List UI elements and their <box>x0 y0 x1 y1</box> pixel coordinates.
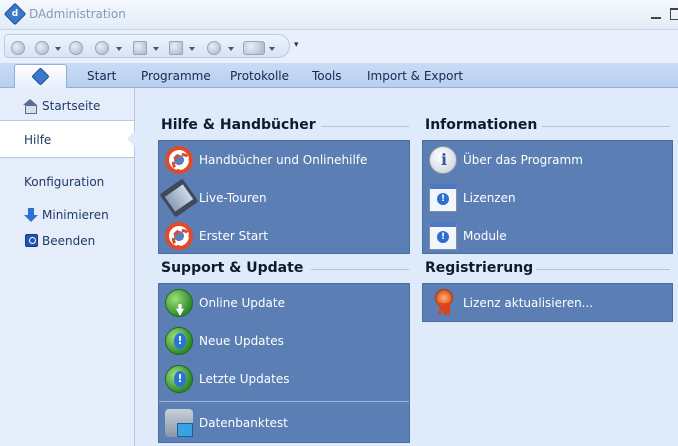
section-title-support: Support & Update <box>161 260 304 276</box>
lifebuoy-icon <box>165 146 193 174</box>
item-label: Datenbanktest <box>199 416 288 430</box>
home-nav-icon[interactable] <box>95 41 109 55</box>
info-bubble-icon <box>429 146 457 174</box>
panel-separator <box>159 401 409 402</box>
award-ribbon-icon <box>429 289 457 317</box>
info-item-ueber[interactable]: Über das Programm <box>423 141 672 179</box>
tab-protokolle[interactable]: Protokolle <box>230 69 289 83</box>
chevron-down-icon[interactable] <box>189 47 195 51</box>
chevron-down-icon[interactable] <box>228 47 234 51</box>
chevron-down-icon[interactable] <box>55 47 61 51</box>
quick-access-toolbar: ▾ <box>0 30 678 63</box>
help-item-erster-start[interactable]: Erster Start <box>159 217 409 255</box>
section-title-info: Informationen <box>425 117 538 133</box>
registration-item-lizenz-aktualisieren[interactable]: Lizenz aktualisieren... <box>423 284 672 322</box>
chevron-down-icon[interactable] <box>116 47 122 51</box>
globe-info-icon <box>165 365 193 393</box>
sidebar: Startseite Hilfe Konfiguration Minimiere… <box>0 88 135 446</box>
chevron-down-icon[interactable] <box>269 47 275 51</box>
quick-access-group <box>4 34 290 58</box>
house-icon <box>23 99 37 114</box>
support-item-datenbanktest[interactable]: Datenbanktest <box>159 404 409 442</box>
help-item-handbuecher[interactable]: Handbücher und Onlinehilfe <box>159 141 409 179</box>
sidebar-item-startseite[interactable]: Startseite <box>0 95 135 117</box>
minimize-window-button[interactable] <box>650 8 662 20</box>
sidebar-item-label: Hilfe <box>24 133 52 147</box>
database-test-icon <box>165 409 193 437</box>
window-title: DAdministration <box>29 7 126 21</box>
item-label: Letzte Updates <box>199 372 290 386</box>
item-label: Lizenzen <box>463 191 516 205</box>
section-title-help: Hilfe & Handbücher <box>161 117 316 133</box>
section-title-registration: Registrierung <box>425 260 534 276</box>
tab-import-export[interactable]: Import & Export <box>367 69 463 83</box>
sidebar-item-hilfe[interactable]: Hilfe <box>0 120 135 158</box>
window-info-icon <box>429 222 457 250</box>
item-label: Handbücher und Onlinehilfe <box>199 153 368 167</box>
film-icon <box>159 178 199 218</box>
support-item-letzte-updates[interactable]: Letzte Updates <box>159 360 409 398</box>
globe-info-icon <box>165 327 193 355</box>
page-icon[interactable] <box>169 41 183 55</box>
sidebar-item-label: Minimieren <box>42 208 109 222</box>
ribbon-tabs: Start Programme Protokolle Tools Import … <box>0 63 678 89</box>
tab-start[interactable]: Start <box>87 69 116 83</box>
app-logo-icon: d <box>3 2 27 26</box>
info-item-lizenzen[interactable]: Lizenzen <box>423 179 672 217</box>
tab-programme[interactable]: Programme <box>141 69 211 83</box>
info-panel: Über das Programm Lizenzen Module <box>422 140 673 254</box>
info-item-module[interactable]: Module <box>423 217 672 255</box>
tools-icon[interactable] <box>207 41 221 55</box>
window-info-icon <box>429 184 457 212</box>
section-divider <box>311 269 409 270</box>
item-label: Online Update <box>199 296 285 310</box>
export-icon[interactable] <box>243 41 265 55</box>
item-label: Erster Start <box>199 229 268 243</box>
sidebar-item-beenden[interactable]: Beenden <box>0 230 135 252</box>
item-label: Lizenz aktualisieren... <box>463 296 594 310</box>
sidebar-item-label: Beenden <box>42 234 96 248</box>
document-icon[interactable] <box>133 41 147 55</box>
support-item-online-update[interactable]: Online Update <box>159 284 409 322</box>
arrow-down-icon <box>24 208 38 222</box>
chevron-down-icon[interactable] <box>153 47 159 51</box>
globe-download-icon <box>165 289 193 317</box>
tab-tools[interactable]: Tools <box>312 69 342 83</box>
item-label: Live-Touren <box>199 191 267 205</box>
app-logo-icon <box>31 67 50 86</box>
sidebar-item-label: Konfiguration <box>24 175 105 189</box>
registration-panel: Lizenz aktualisieren... <box>422 283 673 322</box>
item-label: Über das Programm <box>463 153 583 167</box>
application-menu-button[interactable] <box>14 64 67 89</box>
customize-toolbar-icon[interactable]: ▾ <box>294 40 299 50</box>
main-content: Hilfe & Handbücher Handbücher und Online… <box>136 88 678 446</box>
section-divider <box>536 269 670 270</box>
back-icon[interactable] <box>35 41 49 55</box>
support-panel: Online Update Neue Updates Letzte Update… <box>158 283 410 443</box>
item-label: Neue Updates <box>199 334 284 348</box>
home-icon[interactable] <box>11 41 25 55</box>
section-divider <box>542 126 670 127</box>
sidebar-item-minimieren[interactable]: Minimieren <box>0 204 135 226</box>
help-item-live-touren[interactable]: Live-Touren <box>159 178 409 218</box>
forward-icon[interactable] <box>69 41 83 55</box>
sidebar-item-label: Startseite <box>42 99 101 113</box>
support-item-neue-updates[interactable]: Neue Updates <box>159 322 409 360</box>
help-panel: Handbücher und Onlinehilfe Live-Touren E… <box>158 140 410 254</box>
power-icon <box>25 234 38 247</box>
section-divider <box>321 126 409 127</box>
lifebuoy-icon <box>165 222 193 250</box>
sidebar-item-konfiguration[interactable]: Konfiguration <box>0 171 135 193</box>
title-bar: d DAdministration <box>0 0 678 30</box>
maximize-window-button[interactable] <box>670 8 678 20</box>
item-label: Module <box>463 229 507 243</box>
